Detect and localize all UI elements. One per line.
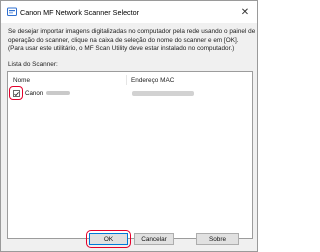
- description-line: (Para usar este utilitário, o MF Scan Ut…: [8, 45, 235, 53]
- cancel-button[interactable]: Cancelar: [134, 233, 174, 245]
- redacted-mac-address: [132, 91, 194, 96]
- scanner-app-icon: [7, 7, 17, 17]
- scanner-list-label: Lista do Scanner:: [8, 61, 58, 68]
- column-divider: [126, 75, 127, 85]
- scanner-selector-window: Canon MF Network Scanner Selector ✕ Se d…: [0, 0, 258, 252]
- dialog-body: Se desejar importar imagens digitalizada…: [1, 23, 257, 251]
- scanner-name: Canon: [25, 90, 71, 97]
- about-button[interactable]: Sobre: [196, 233, 239, 245]
- ok-button[interactable]: OK: [89, 233, 128, 245]
- close-icon[interactable]: ✕: [237, 4, 253, 20]
- title-bar: Canon MF Network Scanner Selector ✕: [1, 1, 257, 23]
- description-text: Se desejar importar imagens digitalizada…: [8, 28, 256, 54]
- scanner-row[interactable]: Canon: [8, 86, 252, 100]
- redacted-model: [46, 91, 71, 96]
- scanner-list[interactable]: Nome Endereço MAC Canon: [7, 71, 253, 239]
- description-line: operação do scanner, clique na caixa de …: [8, 36, 239, 44]
- scanner-name-text: Canon: [25, 90, 44, 97]
- window-title: Canon MF Network Scanner Selector: [20, 8, 140, 17]
- column-header-mac[interactable]: Endereço MAC: [131, 77, 174, 84]
- column-header-name[interactable]: Nome: [13, 77, 30, 84]
- scanner-checkbox[interactable]: [13, 90, 20, 97]
- description-line: Se desejar importar imagens digitalizada…: [8, 28, 256, 35]
- check-icon: [14, 91, 19, 96]
